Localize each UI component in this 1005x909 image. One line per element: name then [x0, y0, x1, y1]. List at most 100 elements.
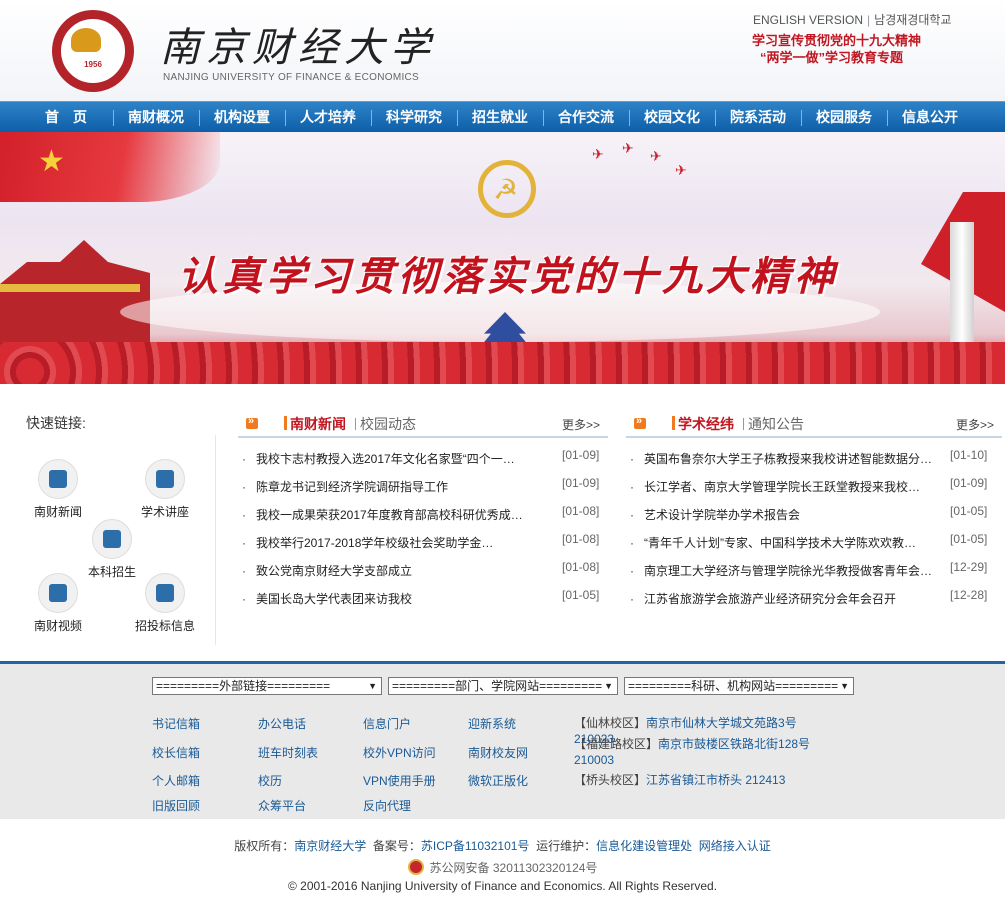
quick-link-video[interactable]: 南财视频	[23, 573, 93, 634]
hero-banner[interactable]: ★ ☭ ✈ ✈ ✈ ✈ 认真学习贯彻落实党的十九大精神	[0, 132, 1005, 384]
footer-link-secretary-mailbox[interactable]: 书记信箱	[152, 715, 200, 732]
footer-link-shuttle-schedule[interactable]: 班车时刻表	[258, 744, 318, 761]
copyright-line: 版权所有：南京财经大学 备案号：苏ICP备11032101号 运行维护：信息化建…	[234, 839, 771, 853]
news-item[interactable]: · 陈章龙书记到经济学院调研指导工作 [01-09]	[242, 476, 612, 498]
academic-item[interactable]: · 江苏省旅游学会旅游产业经济研究分会年会召开 [12-28]	[630, 588, 1005, 610]
footer-link-info-portal[interactable]: 信息门户	[363, 715, 411, 732]
news-item[interactable]: · 我校卞志村教授入选2017年文化名家暨“四个一… [01-09]	[242, 448, 612, 470]
flowers-decoration	[0, 342, 1005, 384]
ops-link[interactable]: 信息化建设管理处	[596, 839, 692, 853]
nav-about[interactable]: 南财概况	[116, 102, 196, 133]
academic-item[interactable]: · 长江学者、南京大学管理学院长王跃堂教授来我校… [01-09]	[630, 476, 1005, 498]
tiananmen-gate-illustration	[0, 240, 150, 350]
footer-link-calendar[interactable]: 校历	[258, 772, 282, 789]
nav-cooperation[interactable]: 合作交流	[546, 102, 626, 133]
dove-icon: ✈	[675, 162, 687, 178]
seal-sun-icon	[71, 28, 101, 52]
footer-link-welcome-system[interactable]: 迎新系统	[468, 715, 516, 732]
arrow-icon	[634, 415, 646, 429]
book-icon	[145, 459, 185, 499]
footer-link-personal-mail[interactable]: 个人邮箱	[152, 772, 200, 789]
academic-panel-header: 学术经纬 通知公告 更多>>	[626, 410, 1002, 438]
footer-link-reverse-proxy[interactable]: 反向代理	[363, 797, 411, 814]
news-icon	[38, 459, 78, 499]
news-panel: 南财新闻 校园动态 更多>> ·我校卞志村教授入选2017年文化名家暨“四个一……	[238, 410, 608, 610]
university-seal-logo[interactable]: 1956	[52, 10, 134, 92]
academic-item[interactable]: · 艺术设计学院举办学术报告会 [01-05]	[630, 504, 1005, 526]
police-record[interactable]: 苏公网安备 32011302320124号	[0, 859, 1005, 876]
quick-link-lectures[interactable]: 学术讲座	[130, 459, 200, 520]
nav-organization[interactable]: 机构设置	[202, 102, 282, 133]
dove-icon: ✈	[592, 146, 604, 162]
dove-icon: ✈	[622, 140, 634, 156]
owner-link[interactable]: 南京财经大学	[294, 839, 366, 853]
research-sites-select[interactable]: =========科研、机构网站========= ▼	[624, 677, 854, 695]
tab-campus-updates[interactable]: 校园动态	[360, 414, 416, 434]
department-sites-select[interactable]: =========部门、学院网站========= ▼	[388, 677, 618, 695]
tab-university-news[interactable]: 南财新闻	[284, 414, 346, 434]
news-item[interactable]: · 致公党南京财经大学支部成立 [01-08]	[242, 560, 612, 582]
red-flag-decoration	[0, 132, 220, 202]
seal-year: 1956	[84, 60, 102, 69]
nav-campus-culture[interactable]: 校园文化	[632, 102, 712, 133]
campus-fujianlu: 【福建路校区】南京市鼓楼区铁路北街128号 210003	[574, 737, 811, 767]
external-links-select[interactable]: =========外部链接========= ▼	[152, 677, 382, 695]
news-panel-header: 南财新闻 校园动态 更多>>	[238, 410, 608, 438]
promo-link-two-studies[interactable]: “两学一做”学习教育专题	[760, 47, 903, 66]
party-emblem-icon: ☭	[478, 160, 536, 218]
academic-item[interactable]: · 英国布鲁奈尔大学王子栋教授来我校讲述智能数据分… [01-10]	[630, 448, 1005, 470]
chevron-down-icon: ▼	[368, 681, 377, 691]
university-name-logo[interactable]: 南京财经大学	[160, 15, 436, 73]
tv-icon	[38, 573, 78, 613]
graduation-cap-icon	[92, 519, 132, 559]
footer-link-office-phone[interactable]: 办公电话	[258, 715, 306, 732]
quick-link-bidding[interactable]: 招投标信息	[130, 573, 200, 634]
nav-campus-services[interactable]: 校园服务	[804, 102, 884, 133]
footer-link-president-mailbox[interactable]: 校长信箱	[152, 744, 200, 761]
police-badge-icon	[407, 859, 424, 875]
footer-link-vpn-access[interactable]: 校外VPN访问	[363, 744, 436, 761]
nav-admissions[interactable]: 招生就业	[460, 102, 540, 133]
nav-research[interactable]: 科学研究	[374, 102, 454, 133]
footer-link-vpn-manual[interactable]: VPN使用手册	[363, 772, 436, 789]
news-more-link[interactable]: 更多>>	[562, 416, 600, 433]
korean-version-link[interactable]: 남경재경대학교	[874, 13, 951, 27]
quick-link-news[interactable]: 南财新闻	[23, 459, 93, 520]
arrow-icon	[246, 415, 258, 429]
english-version-link[interactable]: ENGLISH VERSION	[753, 13, 863, 27]
academic-item[interactable]: · “青年千人计划”专家、中国科学技术大学陈欢欢教… [01-05]	[630, 532, 1005, 554]
nav-education[interactable]: 人才培养	[288, 102, 368, 133]
footer-link-crowdfunding[interactable]: 众筹平台	[258, 797, 306, 814]
academic-more-link[interactable]: 更多>>	[956, 416, 994, 433]
chevron-down-icon: ▼	[604, 681, 613, 691]
language-links: ENGLISH VERSION | 남경재경대학교	[753, 13, 952, 27]
academic-panel: 学术经纬 通知公告 更多>> ·英国布鲁奈尔大学王子栋教授来我校讲述智能数据分……	[626, 410, 1002, 610]
nav-home[interactable]: 首 页	[26, 102, 106, 133]
site-header: 1956 南京财经大学 NANJING UNIVERSITY OF FINANC…	[0, 0, 1005, 101]
tab-academic[interactable]: 学术经纬	[672, 414, 734, 434]
quick-link-admissions[interactable]: 本科招生	[77, 519, 147, 580]
quick-links-title: 快速链接:	[26, 415, 86, 431]
news-item[interactable]: · 我校一成果荣获2017年度教育部高校科研优秀成… [01-08]	[242, 504, 612, 526]
icp-link[interactable]: 苏ICP备11032101号	[421, 839, 530, 853]
footer-link-old-version[interactable]: 旧版回顾	[152, 797, 200, 814]
network-auth-link[interactable]: 网络接入认证	[699, 839, 771, 853]
news-item[interactable]: · 美国长岛大学代表团来访我校 [01-05]	[242, 588, 612, 610]
university-name-english: NANJING UNIVERSITY OF FINANCE & ECONOMIC…	[163, 72, 420, 83]
briefcase-icon	[145, 573, 185, 613]
campus-qiaotou: 【桥头校区】江苏省镇江市桥头 212413	[574, 773, 786, 787]
tab-notices[interactable]: 通知公告	[748, 414, 804, 434]
star-icon: ★	[38, 145, 65, 178]
quick-links: 南财新闻 学术讲座 本科招生 南财视频 招投标信息	[16, 435, 216, 645]
dove-icon: ✈	[650, 148, 662, 164]
academic-item[interactable]: · 南京理工大学经济与管理学院徐光华教授做客青年会… [12-29]	[630, 560, 1005, 582]
rights-statement: © 2001-2016 Nanjing University of Financ…	[287, 879, 718, 893]
banner-title: 认真学习贯彻落实党的十九大精神	[178, 253, 838, 300]
footer-link-alumni[interactable]: 南财校友网	[468, 744, 528, 761]
footer-link-microsoft-licensing[interactable]: 微软正版化	[468, 772, 528, 789]
news-item[interactable]: · 我校举行2017-2018学年校级社会奖助学金… [01-08]	[242, 532, 612, 554]
main-nav: 首 页 南财概况 机构设置 人才培养 科学研究 招生就业 合作交流 校园文化 院…	[0, 101, 1005, 132]
nav-department-activities[interactable]: 院系活动	[718, 102, 798, 133]
chevron-down-icon: ▼	[840, 681, 849, 691]
nav-information-disclosure[interactable]: 信息公开	[890, 102, 970, 133]
